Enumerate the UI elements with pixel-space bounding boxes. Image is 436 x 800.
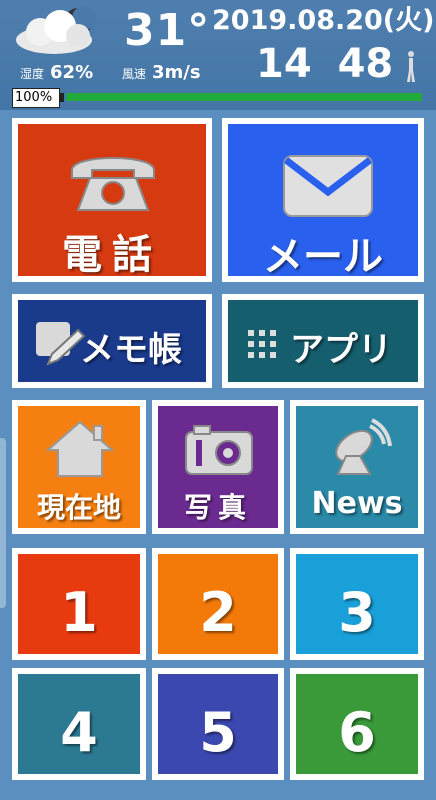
speed-dial-2-tile[interactable]: 2 — [152, 548, 284, 660]
memo-label: メモ帳 — [80, 330, 182, 370]
camera-icon — [185, 425, 253, 475]
speed-dial-4-label: 4 — [60, 701, 98, 764]
apps-label: アプリ — [290, 330, 392, 370]
humidity-label: 湿度 — [20, 67, 45, 81]
battery-indicator: 100% — [12, 88, 60, 108]
phone-tile[interactable]: 電話 — [12, 118, 212, 282]
speed-dial-6-tile[interactable]: 6 — [290, 668, 424, 780]
humidity-value: 62% — [50, 62, 94, 83]
pencil-note-icon — [36, 322, 86, 366]
speed-dial-3-tile[interactable]: 3 — [290, 548, 424, 660]
status-header: 31° 2019.08.20(火) 14 48 湿度 62% 風速 3m/s 100… — [0, 0, 436, 110]
time: 14 48 — [256, 41, 394, 87]
photo-tile[interactable]: 写真 — [152, 400, 284, 534]
envelope-icon — [283, 155, 373, 217]
speed-dial-5-label: 5 — [199, 701, 237, 764]
speed-dial-1-label: 1 — [60, 581, 98, 644]
phone-label: 電話 — [62, 232, 162, 278]
photo-label: 写真 — [183, 491, 252, 524]
mail-tile[interactable]: メール — [222, 118, 424, 282]
memo-tile[interactable]: メモ帳 — [12, 294, 212, 388]
news-tile[interactable]: News — [290, 400, 424, 534]
mail-label: メール — [263, 234, 383, 280]
wind-value: 3m/s — [152, 62, 201, 83]
side-drawer-handle[interactable] — [0, 438, 6, 608]
apps-tile[interactable]: アプリ — [222, 294, 424, 388]
satellite-dish-icon — [335, 418, 392, 475]
wind-label: 風速 — [122, 67, 147, 81]
speed-dial-3-label: 3 — [338, 581, 376, 644]
news-label: News — [311, 486, 403, 521]
battery-tip — [60, 93, 64, 102]
cloud-moon-icon — [16, 6, 96, 54]
walking-person-icon — [407, 51, 415, 82]
battery-level-bar — [66, 93, 422, 101]
house-icon — [46, 420, 114, 477]
telephone-icon — [71, 157, 155, 211]
location-tile[interactable]: 現在地 — [12, 400, 146, 534]
speed-dial-4-tile[interactable]: 4 — [12, 668, 146, 780]
location-label: 現在地 — [36, 491, 121, 524]
date: 2019.08.20(火) — [212, 5, 435, 36]
humidity: 湿度 62% — [20, 62, 93, 85]
temperature: 31° — [124, 5, 211, 56]
speed-dial-1-tile[interactable]: 1 — [12, 548, 146, 660]
speed-dial-6-label: 6 — [338, 701, 376, 764]
grid-icon — [248, 330, 276, 358]
speed-dial-5-tile[interactable]: 5 — [152, 668, 284, 780]
speed-dial-2-label: 2 — [199, 581, 237, 644]
wind-speed: 風速 3m/s — [122, 62, 201, 85]
